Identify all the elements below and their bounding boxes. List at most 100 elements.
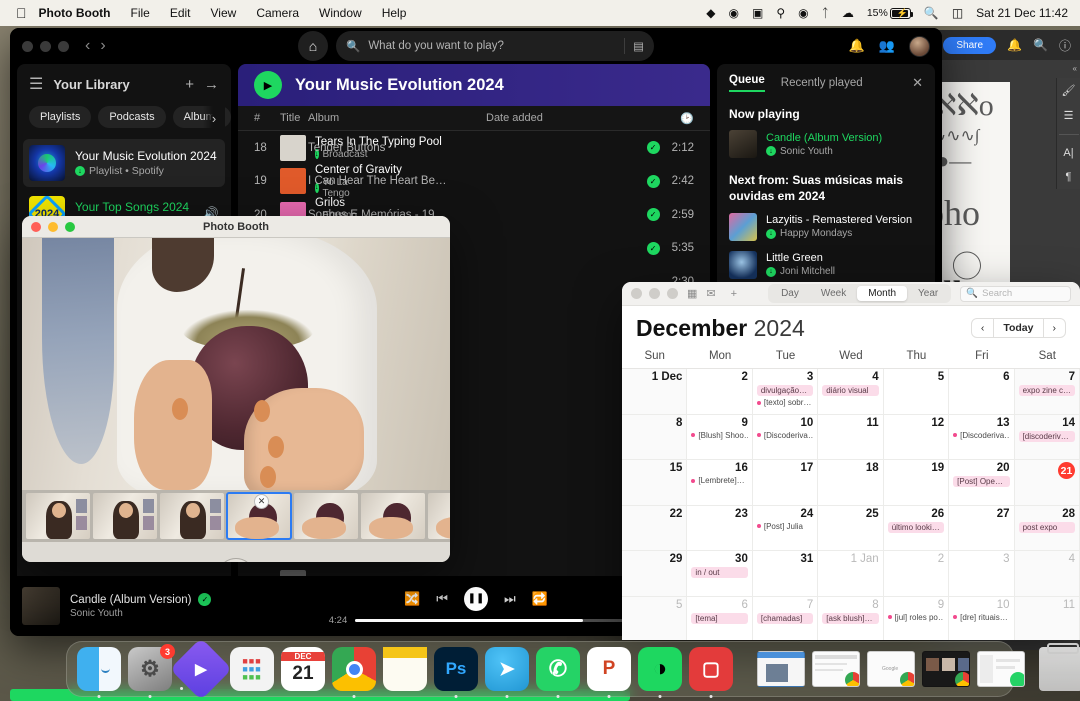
calendar-day-cell[interactable]: 24 [Post] Julia (752, 505, 819, 551)
calendar-day-cell[interactable]: 4 (1014, 551, 1080, 597)
calendar-day-cell[interactable]: 23 (687, 505, 753, 551)
calendar-search-input[interactable]: 🔍 Search (960, 285, 1071, 302)
calendar-event[interactable]: [Post] Ope… (953, 476, 1010, 487)
calendar-day-cell[interactable]: 14 [discoderiv… (1014, 414, 1080, 460)
next-month-button[interactable]: › (1044, 319, 1065, 337)
collapse-panel-icon[interactable]: « (1073, 64, 1077, 73)
chip-podcasts[interactable]: Podcasts (98, 106, 166, 128)
share-button[interactable]: Share (943, 36, 997, 54)
table-row[interactable]: 18 Tears In The Typing Pool ↓ Broadcast Tend… (238, 131, 710, 165)
search-input[interactable]: 🔍 What do you want to play? ▤ (336, 31, 654, 61)
thumbnail-item[interactable] (26, 493, 90, 539)
calendar-day-cell[interactable]: 10 [Discoderiva… (752, 414, 819, 460)
queue-item[interactable]: Lazyitis - Remastered Version ↓ Happy Mo… (729, 212, 923, 241)
forward-icon[interactable]: › (100, 37, 105, 55)
calendar-month-grid[interactable]: 1 Dec 2 3 divulgação… [texto] sobr… 4 diário v… (622, 368, 1080, 640)
column-title[interactable]: Title (280, 112, 308, 124)
calendar-window[interactable]: ▦ ✉ + Day Week Month Year 🔍 Search Decem… (622, 282, 1080, 640)
calendar-icon[interactable]: DEC 21 (281, 647, 325, 691)
calendar-day-cell[interactable]: 12 (883, 414, 950, 460)
diamond-icon[interactable]: ◆ (706, 6, 715, 20)
calendar-event[interactable]: post expo (1018, 521, 1075, 533)
view-day[interactable]: Day (770, 286, 810, 301)
calendar-day-cell[interactable]: 20 [Post] Ope… (949, 460, 1015, 506)
photoshop-tools-panel[interactable]: 🖌 ☰ A| ¶ (1056, 78, 1080, 189)
notes-icon[interactable] (383, 647, 427, 691)
trash-icon[interactable] (1039, 643, 1080, 691)
player-icon[interactable]: ▶ (169, 637, 233, 701)
bell-icon[interactable]: 🔔 (1007, 38, 1022, 52)
calendar-day-cell[interactable]: 8 [ask blush]… (818, 596, 884, 640)
chevron-right-icon[interactable]: › (203, 106, 225, 130)
chip-playlists[interactable]: Playlists (29, 106, 92, 128)
sidebar-playlist-evolution[interactable]: Your Music Evolution 2024 ↓ Playlist • S… (23, 139, 225, 187)
calendar-event[interactable]: [Post] Julia (756, 522, 813, 531)
stats-icon[interactable]: ◉ (729, 6, 739, 20)
calendar-event[interactable]: diário visual (822, 385, 879, 396)
calendar-event[interactable]: [chamadas] (756, 612, 814, 624)
tab-recently-played[interactable]: Recently played (781, 77, 863, 89)
record-icon[interactable]: ◉ (798, 6, 808, 20)
home-icon[interactable]: ⌂ (298, 31, 328, 61)
calendar-day-cell[interactable]: 31 (752, 551, 819, 597)
calendar-day-cell[interactable]: 13 [Discoderiva… (949, 414, 1015, 460)
thumbnail-item[interactable] (361, 493, 425, 539)
photo-booth-thumbnail-strip[interactable]: ✕ (22, 490, 450, 542)
calendar-day-cell[interactable]: 7 expo zine c… (1014, 369, 1080, 415)
calendar-day-cell[interactable]: 28 post expo (1014, 505, 1080, 551)
calendar-day-cell[interactable]: 5 (622, 596, 688, 640)
calendar-day-cell[interactable]: 25 (818, 505, 884, 551)
calendar-event[interactable]: [texto] sobr… (756, 398, 813, 407)
calendar-day-cell[interactable]: 1 Dec (622, 369, 688, 415)
spotify-icon[interactable]: ◑ (638, 647, 682, 698)
calendar-event[interactable]: [jul] roles po… (887, 613, 944, 622)
calendar-day-cell[interactable]: 3 divulgação… [texto] sobr… (752, 369, 819, 415)
spotify-nav-arrows[interactable]: ‹ › (85, 37, 106, 55)
whatsapp-icon[interactable]: ✆ (536, 647, 580, 698)
menu-item-window[interactable]: Window (319, 6, 362, 20)
calendar-day-cell[interactable]: 26 último looki… (883, 505, 950, 551)
thumbnail-item[interactable] (428, 493, 450, 539)
calendar-day-cell[interactable]: 9 [jul] roles po… (884, 596, 950, 640)
menu-item-camera[interactable]: Camera (256, 6, 299, 20)
column-album[interactable]: Album (308, 112, 486, 124)
bell-icon[interactable]: 🔔 (849, 38, 865, 54)
camera-icon[interactable]: 📷 (217, 558, 255, 562)
friends-icon[interactable]: 👥 (879, 38, 895, 54)
calendar-day-cell[interactable]: 10 [dre] rituais… (949, 596, 1015, 640)
calendar-day-cell[interactable]: 29 (622, 551, 688, 597)
photo-booth-window[interactable]: Photo Booth ✕ 📷 ⇪ (22, 216, 450, 562)
photoshop-icon[interactable]: Ps (434, 647, 478, 698)
dock[interactable]: ⚙ 3 ▶ ■■■ ■■■ ■■■ DEC 21 Ps ➤ ✆ P ◑ ▢ Go… (66, 637, 1080, 701)
calendar-event[interactable]: [dre] rituais… (953, 613, 1009, 622)
battery-indicator[interactable]: 15% ⚡ (867, 7, 913, 19)
shuffle-icon[interactable]: 🔀 (404, 591, 420, 607)
calendars-icon[interactable]: ▦ (687, 287, 697, 300)
calendar-day-cell[interactable]: 9 [Blush] Shoo… (687, 414, 753, 460)
queue-item[interactable]: Little Green ↓ Joni Mitchell (729, 250, 923, 279)
saved-check-icon[interactable]: ✓ (646, 241, 660, 255)
window-preview-2[interactable] (812, 651, 860, 687)
inbox-icon[interactable]: ✉ (706, 287, 715, 300)
calendar-event[interactable]: [tema] (691, 612, 748, 624)
calendar-day-cell[interactable]: 27 (949, 505, 1015, 551)
calendar-event[interactable]: [Discoderiva… (756, 431, 813, 440)
delete-thumbnail-icon[interactable]: ✕ (254, 494, 269, 509)
telegram-icon[interactable]: ➤ (485, 647, 529, 698)
calendar-event[interactable]: último looki… (887, 521, 945, 533)
queue-now-playing-row[interactable]: Candle (Album Version) ↓ Sonic Youth (729, 130, 923, 159)
calendar-day-cell[interactable]: 22 (622, 505, 688, 551)
window-preview-3[interactable]: Google (867, 651, 915, 687)
calendar-day-cell[interactable]: 15 (622, 460, 688, 506)
calendar-event[interactable]: [Discoderiva… (953, 431, 1010, 440)
thumbnail-item[interactable] (93, 493, 157, 539)
plus-icon[interactable]: + (731, 288, 737, 300)
window-preview-1[interactable] (757, 651, 805, 687)
character-icon[interactable]: A| (1063, 147, 1073, 159)
calendar-event[interactable]: [Blush] Shoo… (691, 431, 748, 440)
calendar-day-cell[interactable]: 30 in / out (687, 551, 753, 597)
brush-properties-icon[interactable]: 🖌 (1062, 84, 1076, 97)
calendar-event[interactable]: [discoderiv… (1018, 430, 1075, 442)
back-icon[interactable]: ‹ (85, 37, 90, 55)
finder-icon[interactable] (77, 647, 121, 698)
